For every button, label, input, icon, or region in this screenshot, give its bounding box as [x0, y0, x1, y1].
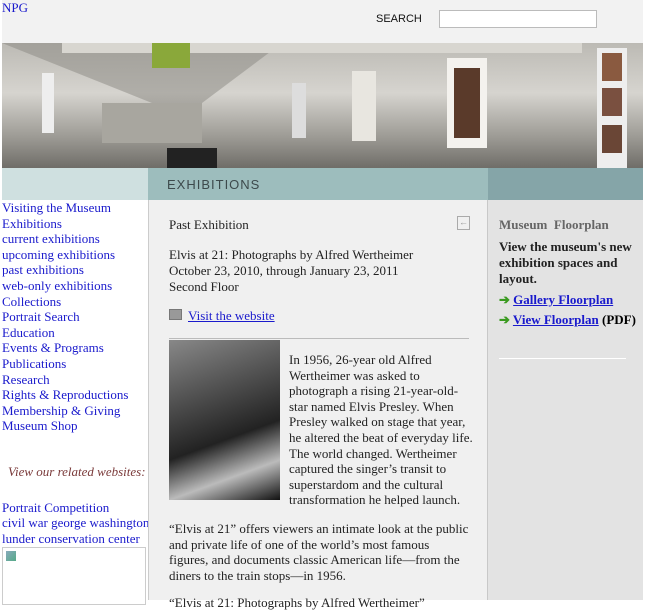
sidebar-item[interactable]: upcoming exhibitions — [2, 247, 148, 263]
related-link[interactable]: Portrait Competition — [2, 500, 148, 516]
sidebar-item[interactable]: Exhibitions — [2, 216, 148, 232]
search-label: SEARCH — [376, 13, 422, 25]
intro-paragraph: In 1956, 26-year old Alfred Wertheimer w… — [289, 352, 473, 508]
view-floorplan-link[interactable]: View Floorplan — [513, 312, 599, 327]
section-header: EXHIBITIONS — [148, 168, 488, 200]
gallery-floorplan-link[interactable]: Gallery Floorplan — [513, 292, 613, 307]
sidebar-item[interactable]: Museum Shop — [2, 418, 148, 434]
divider — [499, 358, 626, 359]
sidebar-item[interactable]: Research — [2, 372, 148, 388]
sidebar-item[interactable]: past exhibitions — [2, 262, 148, 278]
sidebar-item[interactable]: Events & Programs — [2, 340, 148, 356]
sidebar-item[interactable]: Visiting the Museum — [2, 200, 148, 216]
sidebar-item[interactable]: Collections — [2, 294, 148, 310]
credit-paragraph: “Elvis at 21: Photographs by Alfred Wert… — [169, 595, 425, 610]
sidebar-item[interactable]: current exhibitions — [2, 231, 148, 247]
related-link[interactable]: civil war george washington — [2, 515, 149, 531]
exhibition-dates: October 23, 2010, through January 23, 20… — [169, 263, 399, 278]
sidebar-item[interactable]: Publications — [2, 356, 148, 372]
floorplan-description: View the museum's new exhibition spaces … — [499, 239, 632, 286]
related-link[interactable]: lunder conservation center — [2, 531, 148, 547]
sidebar-item[interactable]: Membership & Giving — [2, 403, 148, 419]
sidebar-item[interactable]: web-only exhibitions — [2, 278, 148, 294]
broken-image — [2, 547, 146, 606]
exhibition-location: Second Floor — [169, 279, 239, 294]
search-input[interactable] — [439, 10, 597, 28]
elvis-photo — [169, 340, 280, 500]
main-content: Past Exhibition ← Elvis at 21: Photograp… — [148, 200, 489, 610]
nav-band-left — [2, 168, 148, 200]
sidebar-item[interactable]: Education — [2, 325, 148, 341]
visit-website-link[interactable]: Visit the website — [188, 308, 275, 323]
gallery-banner-image — [2, 43, 643, 168]
divider — [169, 338, 469, 339]
arrow-icon: ➔ — [499, 292, 510, 307]
floorplan-sidebar: Museum Floorplan View the museum's new e… — [488, 200, 643, 600]
sidebar-item[interactable]: Rights & Reproductions — [2, 387, 148, 403]
share-icon[interactable]: ← — [457, 216, 470, 230]
floorplan-heading: Museum Floorplan — [499, 217, 609, 232]
sidebar-item[interactable]: Portrait Search — [2, 309, 148, 325]
description-paragraph: “Elvis at 21” offers viewers an intimate… — [169, 521, 469, 583]
related-heading: View our related websites: — [8, 463, 146, 479]
exhibition-title: Elvis at 21: Photographs by Alfred Werth… — [169, 247, 414, 262]
section-title: EXHIBITIONS — [167, 177, 261, 192]
nav-band-right — [488, 168, 643, 200]
arrow-icon: ➔ — [499, 312, 510, 327]
npg-home-link[interactable]: NPG — [2, 0, 28, 16]
exhibition-kicker: Past Exhibition — [169, 217, 249, 232]
pdf-label: (PDF) — [602, 312, 636, 327]
monitor-icon — [169, 309, 182, 320]
sidebar-nav: Visiting the Museum Exhibitions current … — [2, 200, 149, 606]
